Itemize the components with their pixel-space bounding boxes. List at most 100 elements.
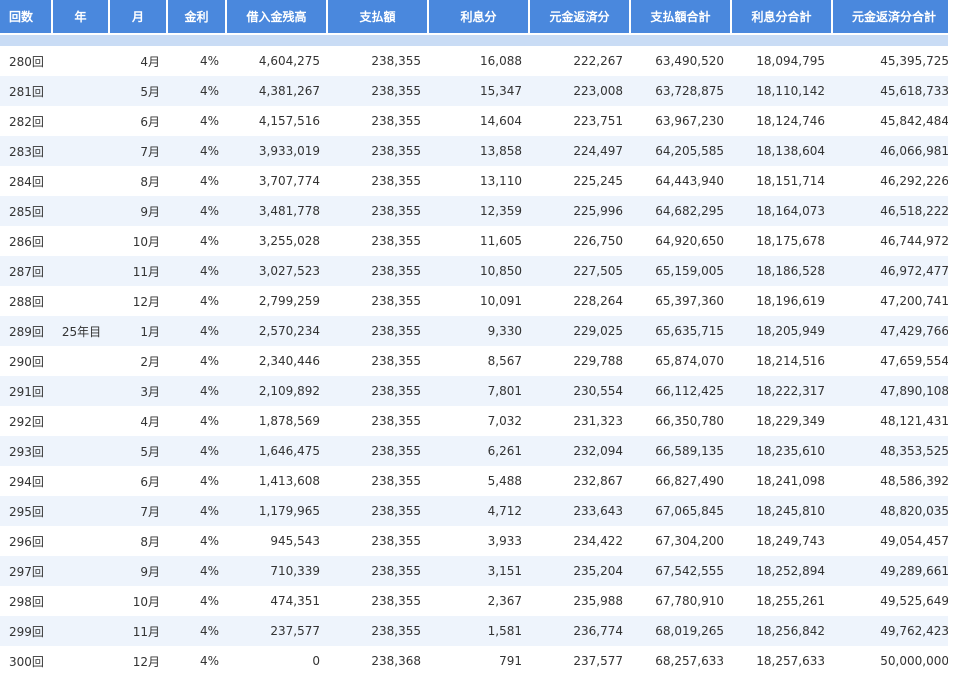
cell-payment: 238,355 bbox=[328, 46, 429, 76]
cell-payment-total: 65,635,715 bbox=[631, 316, 732, 346]
cell-rate: 4% bbox=[168, 526, 227, 556]
cell-interest: 4,712 bbox=[429, 496, 530, 526]
cell-interest: 3,933 bbox=[429, 526, 530, 556]
cell-balance: 945,543 bbox=[227, 526, 328, 556]
cell-payment: 238,355 bbox=[328, 406, 429, 436]
cell-rate: 4% bbox=[168, 376, 227, 406]
column-header-interest-total: 利息分合計 bbox=[732, 0, 833, 33]
cell-month: 7月 bbox=[110, 136, 168, 166]
cell-month: 2月 bbox=[110, 346, 168, 376]
cell-interest: 14,604 bbox=[429, 106, 530, 136]
cell-interest-total: 18,214,516 bbox=[732, 346, 833, 376]
cell-month: 9月 bbox=[110, 556, 168, 586]
table-row: 298回 10月 4% 474,351 238,355 2,367 235,988 67,78… bbox=[0, 586, 957, 616]
cell-year bbox=[53, 466, 110, 496]
cell-payment-total: 63,967,230 bbox=[631, 106, 732, 136]
table-row: 286回 10月 4% 3,255,028 238,355 11,605 226,750 64… bbox=[0, 226, 957, 256]
table-row: 291回 3月 4% 2,109,892 238,355 7,801 230,554 66,1… bbox=[0, 376, 957, 406]
cell-interest-total: 18,257,633 bbox=[732, 646, 833, 673]
column-header-month: 月 bbox=[110, 0, 168, 33]
table-row: 292回 4月 4% 1,878,569 238,355 7,032 231,323 66,3… bbox=[0, 406, 957, 436]
cell-interest-total: 18,256,842 bbox=[732, 616, 833, 646]
cell-interest-total: 18,138,604 bbox=[732, 136, 833, 166]
column-header-rate: 金利 bbox=[168, 0, 227, 33]
cell-payment-total: 65,874,070 bbox=[631, 346, 732, 376]
cell-payment: 238,355 bbox=[328, 556, 429, 586]
cell-payment-total: 67,065,845 bbox=[631, 496, 732, 526]
column-header-principal-total: 元金返済分合計 bbox=[833, 0, 957, 33]
cell-principal: 222,267 bbox=[530, 46, 631, 76]
table-row: 293回 5月 4% 1,646,475 238,355 6,261 232,094 66,5… bbox=[0, 436, 957, 466]
cell-payment-total: 66,589,135 bbox=[631, 436, 732, 466]
cell-year bbox=[53, 406, 110, 436]
cell-count: 291回 bbox=[0, 376, 53, 406]
cell-rate: 4% bbox=[168, 616, 227, 646]
cell-payment-total: 64,682,295 bbox=[631, 196, 732, 226]
cell-year bbox=[53, 376, 110, 406]
cell-year bbox=[53, 616, 110, 646]
cell-count: 297回 bbox=[0, 556, 53, 586]
cell-rate: 4% bbox=[168, 286, 227, 316]
cell-payment-total: 65,159,005 bbox=[631, 256, 732, 286]
cell-balance: 2,570,234 bbox=[227, 316, 328, 346]
cell-payment-total: 64,920,650 bbox=[631, 226, 732, 256]
cell-balance: 474,351 bbox=[227, 586, 328, 616]
cell-payment: 238,355 bbox=[328, 436, 429, 466]
cell-principal: 233,643 bbox=[530, 496, 631, 526]
cell-rate: 4% bbox=[168, 346, 227, 376]
cell-principal-total: 49,289,661 bbox=[833, 556, 957, 586]
table-row: 300回 12月 4% 0 238,368 791 237,577 68,257,633 18,… bbox=[0, 646, 957, 673]
cell-principal-total: 46,066,981 bbox=[833, 136, 957, 166]
cell-year bbox=[53, 76, 110, 106]
cell-payment: 238,355 bbox=[328, 256, 429, 286]
cell-principal: 229,788 bbox=[530, 346, 631, 376]
cell-payment: 238,355 bbox=[328, 106, 429, 136]
cell-count: 285回 bbox=[0, 196, 53, 226]
cell-payment: 238,355 bbox=[328, 466, 429, 496]
cell-interest: 16,088 bbox=[429, 46, 530, 76]
repayment-table: 回数年月金利 借入金残高 支払額 利息分 元金返済分 支払額合計 利息分合計 元金返済分合計 … bbox=[0, 0, 957, 673]
cell-month: 9月 bbox=[110, 196, 168, 226]
cell-balance: 710,339 bbox=[227, 556, 328, 586]
cell-payment: 238,355 bbox=[328, 136, 429, 166]
cell-payment-total: 68,257,633 bbox=[631, 646, 732, 673]
cell-count: 280回 bbox=[0, 46, 53, 76]
table-row: 285回 9月 4% 3,481,778 238,355 12,359 225,996 64,… bbox=[0, 196, 957, 226]
cell-rate: 4% bbox=[168, 106, 227, 136]
cell-month: 8月 bbox=[110, 166, 168, 196]
cell-month: 6月 bbox=[110, 466, 168, 496]
cell-month: 10月 bbox=[110, 586, 168, 616]
cell-month: 3月 bbox=[110, 376, 168, 406]
cell-interest-total: 18,245,810 bbox=[732, 496, 833, 526]
cell-month: 11月 bbox=[110, 256, 168, 286]
cell-principal: 225,996 bbox=[530, 196, 631, 226]
cell-interest: 12,359 bbox=[429, 196, 530, 226]
cell-count: 300回 bbox=[0, 646, 53, 673]
cell-balance: 0 bbox=[227, 646, 328, 673]
cell-payment: 238,355 bbox=[328, 316, 429, 346]
cell-principal-total: 48,353,525 bbox=[833, 436, 957, 466]
cell-month: 12月 bbox=[110, 646, 168, 673]
column-header-year: 年 bbox=[53, 0, 110, 33]
cell-rate: 4% bbox=[168, 466, 227, 496]
cell-principal-total: 47,429,766 bbox=[833, 316, 957, 346]
cell-interest: 1,581 bbox=[429, 616, 530, 646]
cell-principal-total: 46,744,972 bbox=[833, 226, 957, 256]
table-row: 288回 12月 4% 2,799,259 238,355 10,091 228,264 65… bbox=[0, 286, 957, 316]
cell-interest-total: 18,222,317 bbox=[732, 376, 833, 406]
cell-balance: 4,381,267 bbox=[227, 76, 328, 106]
table-row: 290回 2月 4% 2,340,446 238,355 8,567 229,788 65,8… bbox=[0, 346, 957, 376]
cell-principal-total: 45,618,733 bbox=[833, 76, 957, 106]
cell-payment-total: 66,350,780 bbox=[631, 406, 732, 436]
cell-count: 286回 bbox=[0, 226, 53, 256]
cell-year bbox=[53, 46, 110, 76]
cell-interest: 13,110 bbox=[429, 166, 530, 196]
table-body: 280回 4月 4% 4,604,275 238,355 16,088 222,267 63,… bbox=[0, 33, 957, 673]
cell-principal-total: 47,200,741 bbox=[833, 286, 957, 316]
cell-balance: 1,179,965 bbox=[227, 496, 328, 526]
cell-principal: 226,750 bbox=[530, 226, 631, 256]
cell-payment: 238,355 bbox=[328, 286, 429, 316]
cell-count: 288回 bbox=[0, 286, 53, 316]
column-header-principal: 元金返済分 bbox=[530, 0, 631, 33]
cell-interest-total: 18,151,714 bbox=[732, 166, 833, 196]
